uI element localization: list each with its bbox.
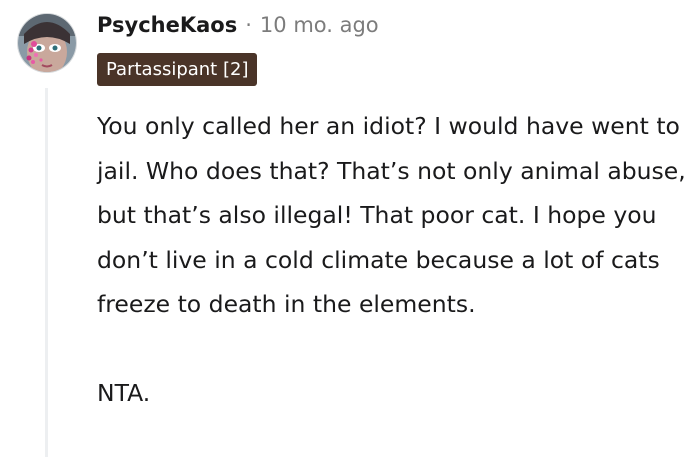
username-link[interactable]: PsycheKaos	[97, 13, 237, 37]
comment-paragraph: NTA.	[97, 378, 151, 407]
avatar-image	[18, 14, 76, 72]
user-flair: Partassipant [2]	[97, 53, 258, 86]
comment-body: You only called her an idiot? I would ha…	[97, 104, 697, 416]
comment: PsycheKaos · 10 mo. ago Partassipant [2]…	[0, 0, 700, 457]
thread-line[interactable]	[45, 88, 48, 457]
separator-dot: ·	[245, 13, 252, 37]
timestamp-link[interactable]: 10 mo. ago	[260, 13, 379, 37]
comment-header: PsycheKaos · 10 mo. ago	[97, 13, 379, 37]
avatar[interactable]	[18, 14, 76, 72]
comment-paragraph: You only called her an idiot? I would ha…	[97, 112, 686, 319]
